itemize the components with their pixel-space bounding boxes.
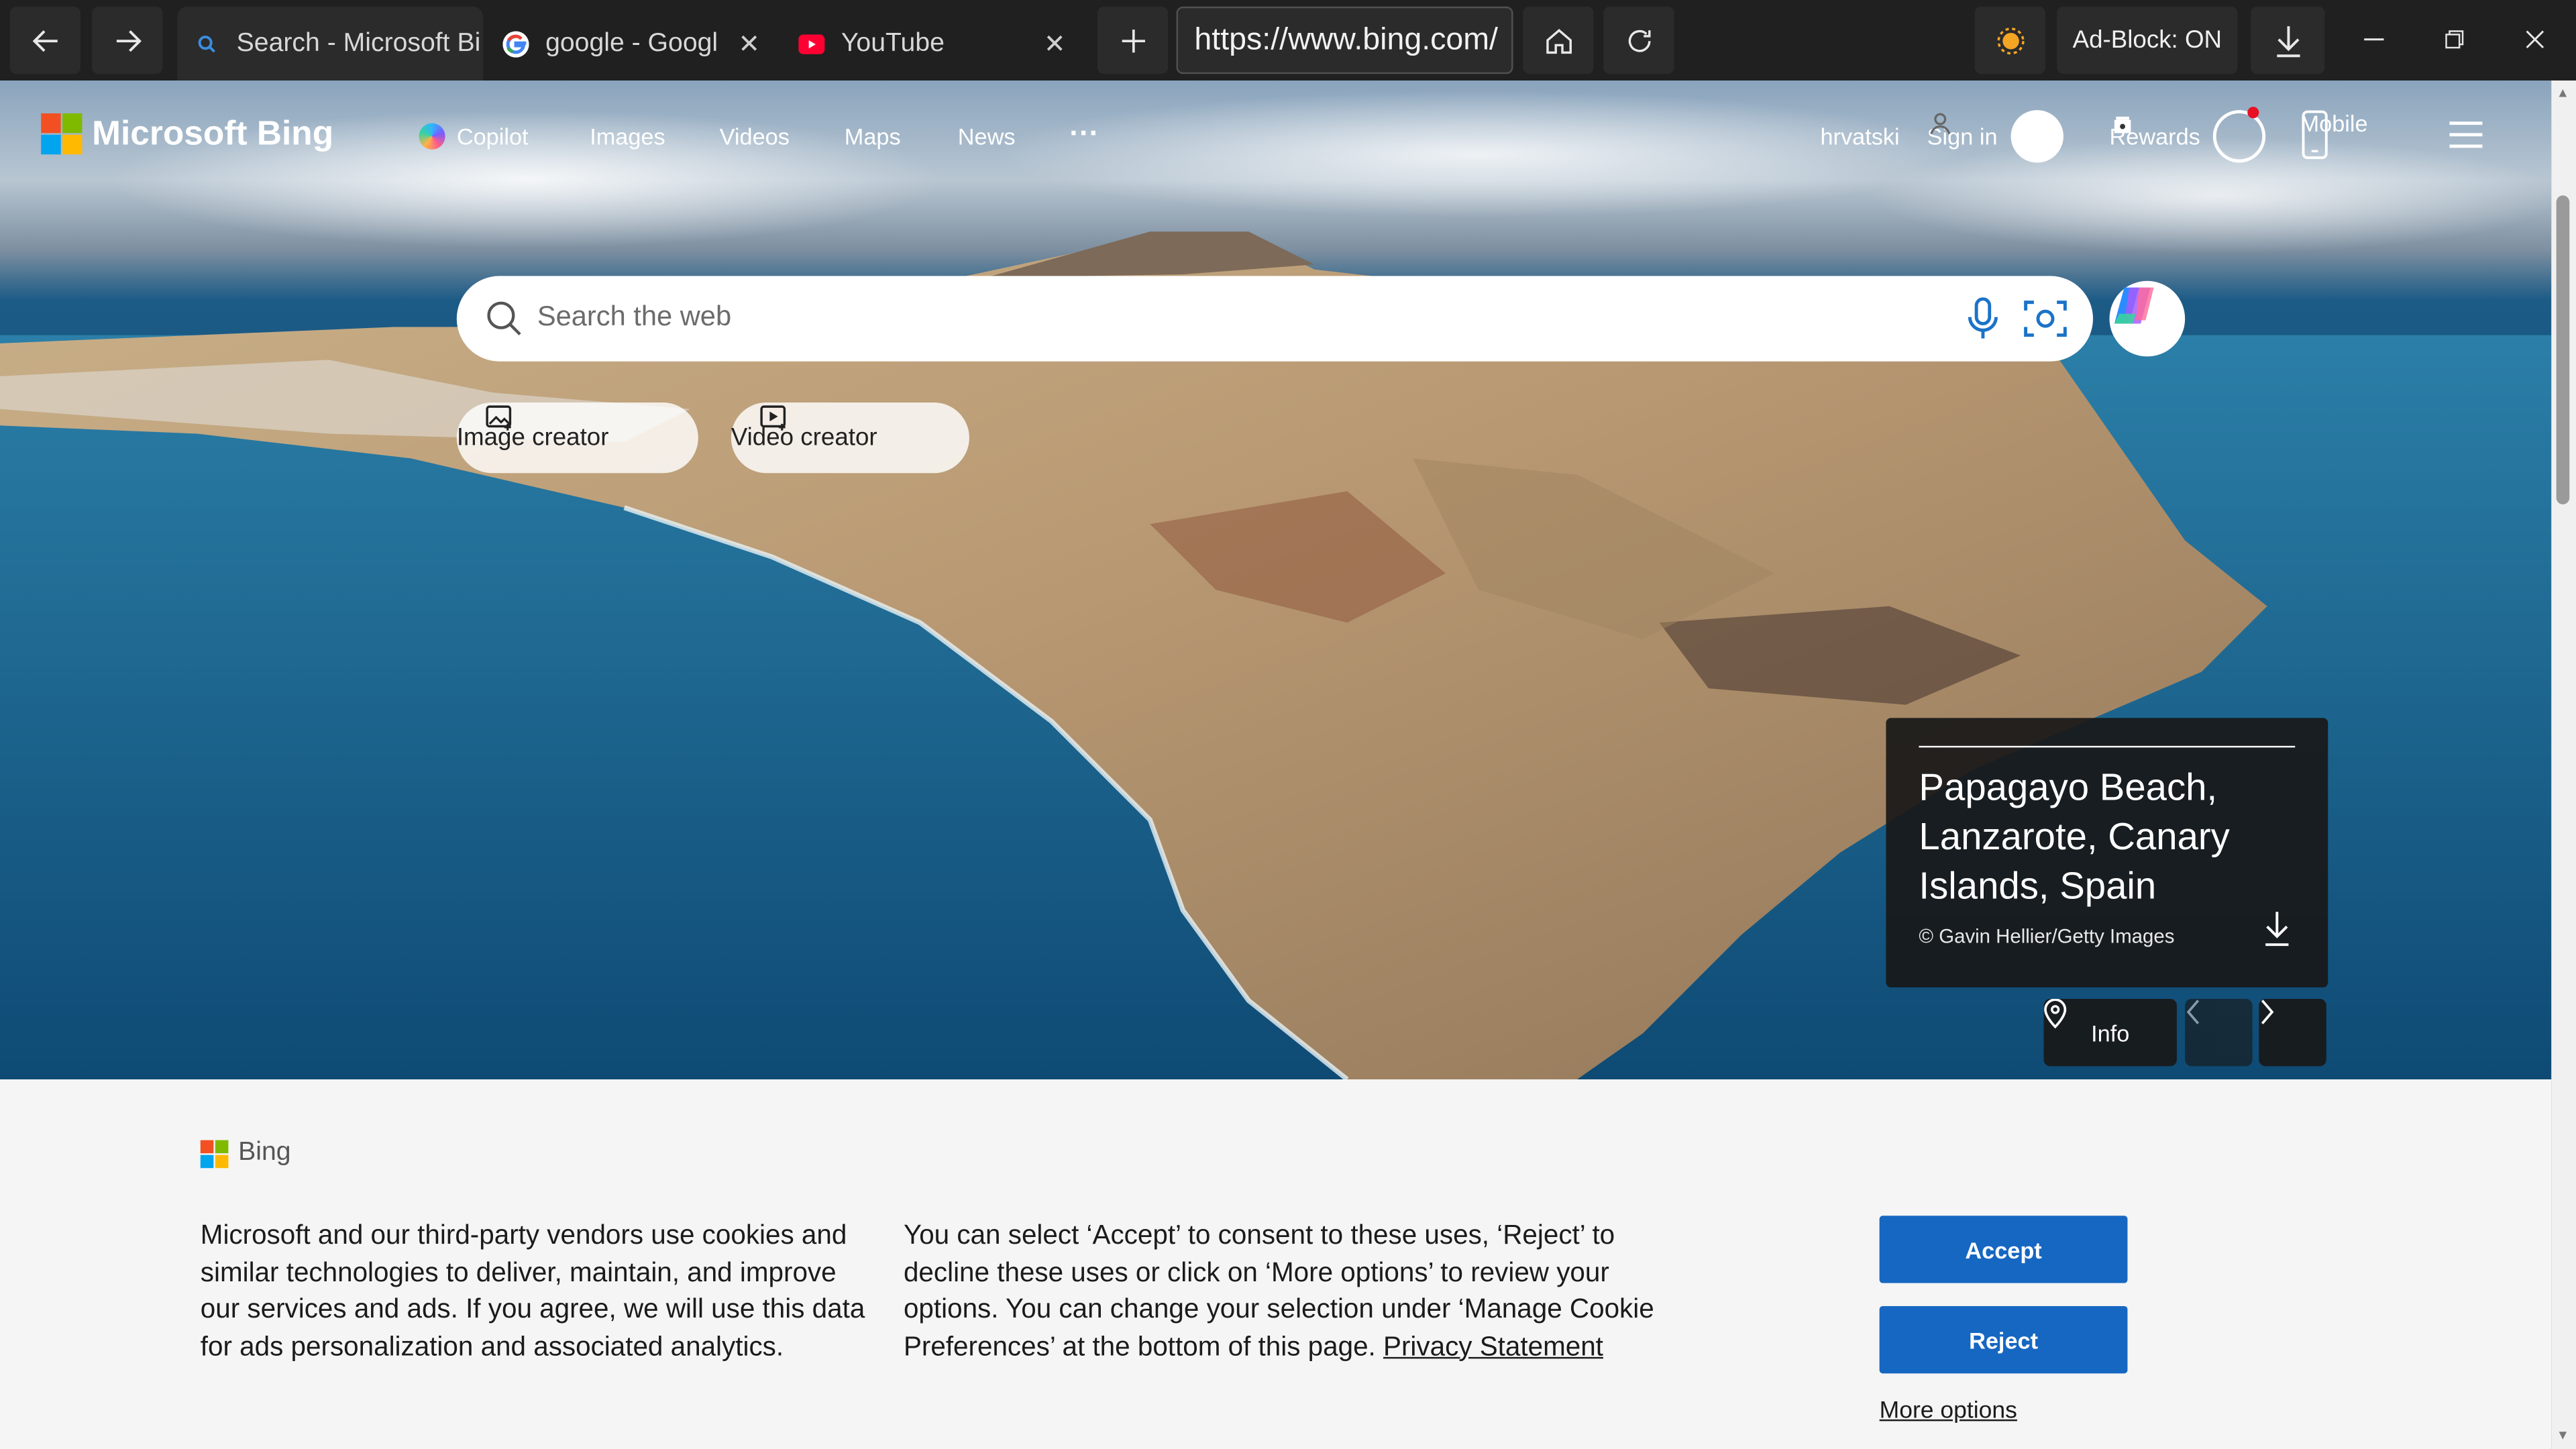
bing-homepage: Microsoft Bing Copilot Images Videos Map… bbox=[0, 80, 2552, 1449]
next-image-button[interactable] bbox=[2259, 998, 2326, 1067]
image-creator-icon bbox=[486, 405, 512, 431]
copilot-icon bbox=[419, 123, 445, 150]
reload-icon bbox=[1627, 29, 1650, 52]
home-button[interactable] bbox=[1523, 6, 1594, 74]
cookie-text-left: Microsoft and our third-party vendors us… bbox=[200, 1220, 865, 1361]
hamburger-icon bbox=[2449, 121, 2483, 148]
minimize-button[interactable] bbox=[2349, 19, 2398, 59]
image-credit: © Gavin Hellier/Getty Images bbox=[1919, 924, 2175, 949]
rewards-button[interactable]: Rewards bbox=[2110, 107, 2266, 163]
nav-more[interactable]: ··· bbox=[1069, 117, 1099, 151]
sun-extension-icon bbox=[1996, 26, 2024, 54]
phone-icon bbox=[2302, 110, 2328, 160]
search-box[interactable]: Search the web bbox=[456, 276, 2094, 362]
google-favicon bbox=[502, 30, 529, 57]
close-icon bbox=[2526, 30, 2544, 49]
search-input[interactable]: Search the web bbox=[537, 301, 731, 333]
chevron-left-icon bbox=[2186, 1000, 2200, 1024]
new-tab-button[interactable] bbox=[1097, 6, 1169, 74]
more-options-link[interactable]: More options bbox=[1880, 1398, 2017, 1424]
address-bar[interactable]: https://www.bing.com/ bbox=[1176, 6, 1513, 74]
tab-title: google - Googl bbox=[545, 28, 718, 57]
bing-search-favicon bbox=[194, 30, 220, 56]
language-link[interactable]: hrvatski bbox=[1820, 123, 1899, 150]
reload-button[interactable] bbox=[1603, 6, 1674, 74]
restore-button[interactable] bbox=[2430, 19, 2479, 59]
adblock-toggle[interactable]: Ad-Block: ON bbox=[2057, 6, 2238, 74]
tab-google[interactable]: google - Googl ✕ bbox=[486, 7, 779, 80]
home-icon bbox=[1546, 28, 1571, 53]
image-location-title[interactable]: Papagayo Beach, Lanzarote, Canary Island… bbox=[1919, 762, 2272, 910]
image-creator-label: Image creator bbox=[456, 423, 609, 452]
search-icon bbox=[487, 301, 521, 335]
nav-images[interactable]: Images bbox=[590, 123, 665, 150]
mobile-link[interactable]: Mobile bbox=[2300, 110, 2385, 160]
cookie-text-right: You can select ‘Accept’ to consent to th… bbox=[904, 1218, 1660, 1365]
microsoft-logo-icon bbox=[200, 1139, 229, 1168]
scroll-up-icon[interactable]: ▲ bbox=[2557, 85, 2569, 100]
downloads-button[interactable] bbox=[2251, 6, 2325, 74]
page-scrollbar[interactable]: ▲ ▼ bbox=[2551, 80, 2576, 1449]
download-icon bbox=[2276, 25, 2300, 57]
extension-button[interactable] bbox=[1974, 6, 2046, 74]
forward-button[interactable] bbox=[92, 6, 163, 74]
close-window-button[interactable] bbox=[2510, 19, 2559, 59]
download-icon[interactable] bbox=[2261, 908, 2294, 948]
cookie-brand: Bing bbox=[238, 1138, 291, 1167]
visual-search-icon[interactable] bbox=[2023, 297, 2069, 340]
sign-in-button[interactable]: Sign in bbox=[1927, 110, 2063, 163]
info-label: Info bbox=[2091, 1019, 2130, 1046]
nav-news[interactable]: News bbox=[958, 123, 1016, 150]
video-creator-button[interactable]: Video creator bbox=[731, 402, 969, 474]
user-avatar-icon bbox=[1930, 110, 2063, 163]
video-creator-label: Video creator bbox=[731, 423, 877, 452]
tab-title: Search - Microsoft Bi bbox=[236, 28, 481, 57]
browser-toolbar: Search - Microsoft Bi google - Googl ✕ Y… bbox=[0, 0, 2576, 81]
info-button[interactable]: Info bbox=[2043, 998, 2177, 1067]
reject-button[interactable]: Reject bbox=[1879, 1305, 2128, 1374]
notification-dot bbox=[2247, 107, 2259, 119]
restore-icon bbox=[2445, 30, 2464, 49]
accept-button[interactable]: Accept bbox=[1879, 1216, 2128, 1283]
chevron-right-icon bbox=[2261, 1000, 2274, 1024]
previous-image-button[interactable] bbox=[2185, 998, 2253, 1067]
nav-label: Copilot bbox=[456, 123, 529, 150]
nav-copilot[interactable]: Copilot bbox=[419, 123, 529, 150]
youtube-favicon bbox=[798, 30, 825, 56]
privacy-statement-link[interactable]: Privacy Statement bbox=[1383, 1332, 1603, 1361]
scroll-down-icon[interactable]: ▼ bbox=[2557, 1428, 2569, 1442]
tab-youtube[interactable]: YouTube ✕ bbox=[782, 7, 1085, 80]
microsoft-logo-icon bbox=[41, 113, 83, 155]
scrollbar-thumb[interactable] bbox=[2556, 195, 2570, 504]
cookie-bing-logo: Bing bbox=[200, 1138, 291, 1168]
divider bbox=[1919, 745, 2296, 748]
plus-icon bbox=[1121, 28, 1144, 52]
copilot-icon bbox=[2114, 287, 2154, 324]
bing-logo[interactable]: Microsoft Bing bbox=[41, 113, 334, 155]
tab-bing-search[interactable]: Search - Microsoft Bi bbox=[177, 6, 484, 81]
rewards-icon bbox=[2114, 110, 2266, 163]
nav-maps[interactable]: Maps bbox=[845, 123, 901, 150]
image-info-card[interactable]: Papagayo Beach, Lanzarote, Canary Island… bbox=[1886, 718, 2328, 987]
top-navigation: Microsoft Bing Copilot Images Videos Map… bbox=[0, 80, 2551, 195]
back-button[interactable] bbox=[9, 6, 81, 74]
nav-videos[interactable]: Videos bbox=[720, 123, 790, 150]
location-pin-icon bbox=[2044, 998, 2067, 1029]
close-icon[interactable]: ✕ bbox=[1035, 27, 1075, 60]
background-image: Microsoft Bing Copilot Images Videos Map… bbox=[0, 80, 2552, 1079]
arrow-left-icon bbox=[32, 29, 57, 52]
arrow-right-icon bbox=[115, 29, 141, 52]
cookie-consent-banner: Bing Microsoft and our third-party vendo… bbox=[0, 1079, 2552, 1449]
brand-name: Microsoft Bing bbox=[92, 114, 334, 152]
close-icon[interactable]: ✕ bbox=[729, 27, 769, 60]
image-creator-button[interactable]: Image creator bbox=[456, 402, 698, 474]
copilot-search-button[interactable] bbox=[2109, 280, 2186, 357]
minimize-icon bbox=[2364, 38, 2384, 41]
video-creator-icon bbox=[760, 405, 786, 431]
microphone-icon[interactable] bbox=[1966, 297, 1999, 340]
tab-title: YouTube bbox=[841, 28, 945, 57]
